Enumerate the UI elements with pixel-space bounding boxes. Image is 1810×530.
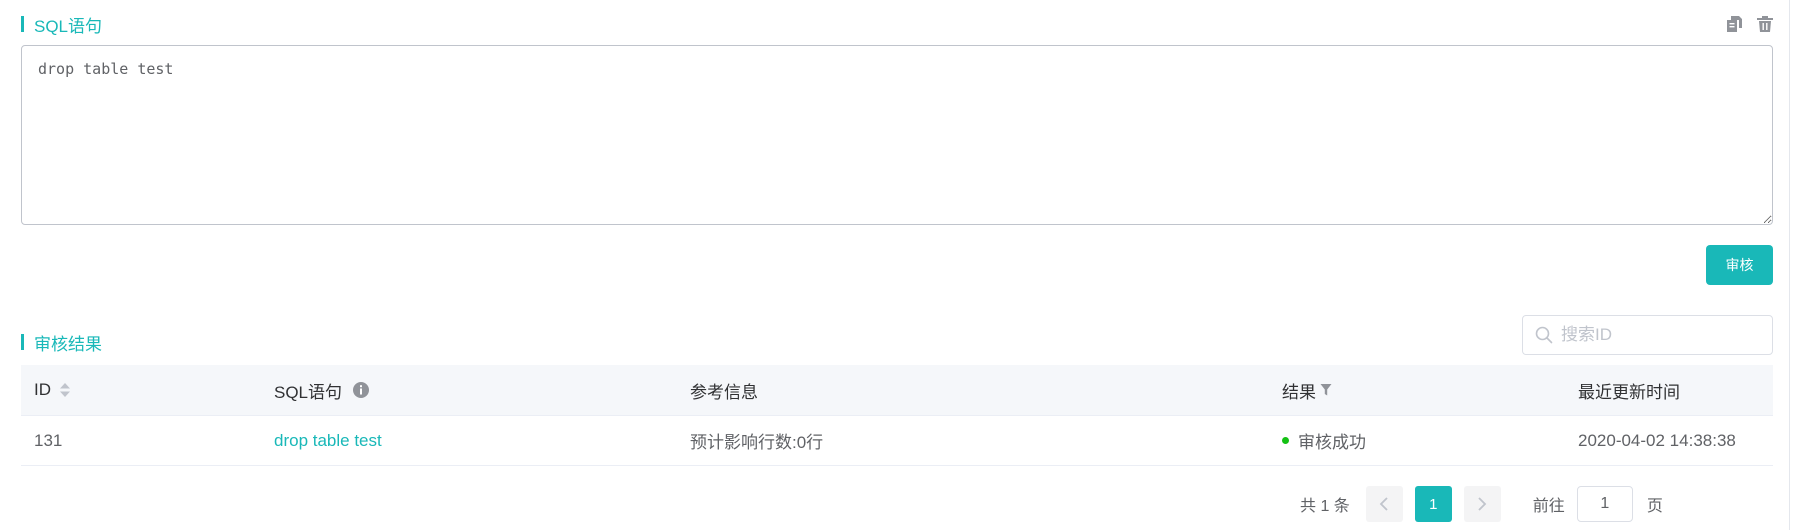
page-number-button[interactable]: 1 <box>1414 486 1452 522</box>
status-dot <box>1282 437 1289 444</box>
prev-page-button[interactable] <box>1365 486 1403 522</box>
pagination: 共 1 条 1 前往 页 <box>1300 486 1663 522</box>
column-header-updated: 最近更新时间 <box>1578 382 1680 402</box>
scroll-gutter <box>1789 0 1790 530</box>
column-header-sql: SQL语句 <box>274 378 370 403</box>
cell-id: 131 <box>34 430 63 450</box>
title-accent-bar <box>21 334 24 350</box>
results-section-title-text: 审核结果 <box>34 334 102 354</box>
column-header-info: 参考信息 <box>690 382 758 402</box>
cell-result: 审核成功 <box>1282 428 1366 453</box>
results-section-title: 审核结果 <box>21 332 102 354</box>
search-icon <box>1535 326 1553 344</box>
audit-button[interactable]: 审核 <box>1706 245 1773 285</box>
sql-editor[interactable] <box>21 45 1773 225</box>
goto-page-input[interactable] <box>1576 486 1633 522</box>
cell-sql-link[interactable]: drop table test <box>274 431 382 451</box>
info-icon[interactable] <box>352 381 370 399</box>
filter-icon[interactable] <box>1320 383 1332 397</box>
cell-updated: 2020-04-02 14:38:38 <box>1578 430 1736 450</box>
chevron-left-icon <box>1380 497 1388 511</box>
search-box <box>1522 315 1773 355</box>
results-table: ID SQL语句 参考信息 结果 最近更新时间 131 drop table t… <box>21 365 1773 466</box>
column-header-result[interactable]: 结果 <box>1282 378 1332 403</box>
sql-link[interactable]: drop table test <box>274 431 382 451</box>
pagination-total: 共 1 条 <box>1300 498 1350 515</box>
table-header: ID SQL语句 参考信息 结果 最近更新时间 <box>21 365 1773 416</box>
trash-icon[interactable] <box>1755 14 1775 34</box>
title-accent-bar <box>21 16 24 32</box>
cell-info: 预计影响行数:0行 <box>690 433 824 452</box>
editor-toolbar <box>1725 14 1775 34</box>
goto-label: 前往 <box>1532 498 1565 515</box>
next-page-button[interactable] <box>1463 486 1501 522</box>
column-header-id[interactable]: ID <box>34 380 71 400</box>
table-row: 131 drop table test 预计影响行数:0行 审核成功 2020-… <box>21 416 1773 466</box>
status-text: 审核成功 <box>1298 433 1366 452</box>
sql-audit-page: SQL语句 审核 审核结果 <box>0 0 1810 530</box>
sql-section-title-text: SQL语句 <box>34 16 103 36</box>
search-id-input[interactable] <box>1561 325 1761 345</box>
chevron-right-icon <box>1478 497 1487 511</box>
copy-icon[interactable] <box>1725 14 1745 34</box>
page-unit-label: 页 <box>1646 498 1663 515</box>
sql-section-title: SQL语句 <box>21 14 103 36</box>
sort-caret-icon[interactable] <box>59 381 71 399</box>
